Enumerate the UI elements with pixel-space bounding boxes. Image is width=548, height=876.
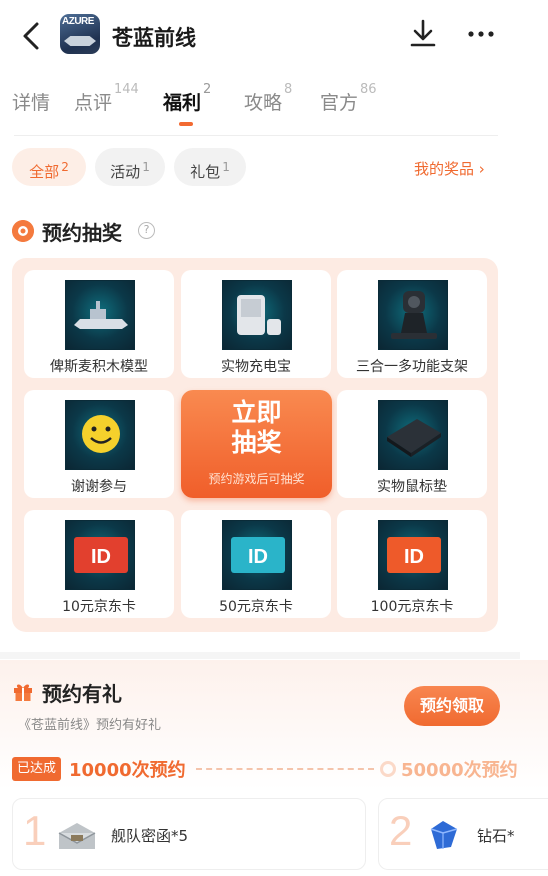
prize-mouse-pad: 实物鼠标垫 — [337, 390, 487, 498]
chevron-right-icon: › — [478, 160, 485, 178]
prize-label: 实物鼠标垫 — [377, 479, 447, 495]
svg-text:ID: ID — [91, 546, 111, 568]
prize-power-bank: 实物充电宝 — [181, 270, 331, 378]
filter-label: 活动 — [110, 163, 141, 181]
prize-jd-card-50: ID 50元京东卡 — [181, 510, 331, 618]
tab-count: 144 — [114, 82, 139, 97]
tab-label: 福利 — [163, 92, 202, 114]
reward-label: 舰队密函*5 — [111, 827, 189, 845]
download-icon[interactable] — [408, 18, 438, 52]
milestone-10000: 10000次预约 — [69, 760, 186, 781]
tab-bar: 详情 点评144 福利2 攻略8 官方86 — [0, 78, 548, 134]
ship-graphic — [64, 36, 96, 46]
tab-count: 86 — [360, 82, 377, 97]
my-prizes-label: 我的奖品 — [414, 160, 475, 178]
prize-label: 谢谢参与 — [71, 479, 127, 495]
reward-card: 2 钻石* — [378, 798, 548, 870]
svg-text:ID: ID — [248, 546, 268, 568]
back-arrow-icon[interactable] — [18, 20, 46, 52]
tab-label: 官方 — [320, 92, 359, 114]
prize-label: 10元京东卡 — [62, 599, 136, 615]
draw-line2: 抽奖 — [231, 428, 282, 457]
active-tab-indicator — [179, 122, 193, 126]
tab-official[interactable]: 官方86 — [320, 82, 377, 115]
svg-text:ID: ID — [404, 546, 424, 568]
jd-card-image: ID — [222, 520, 292, 590]
power-bank-image — [222, 280, 292, 350]
mouse-pad-image — [378, 400, 448, 470]
prize-bismarck-model: 俾斯麦积木模型 — [24, 270, 174, 378]
filter-label: 全部 — [29, 163, 60, 181]
reward-index: 2 — [389, 807, 413, 854]
ship-model-image — [65, 280, 135, 350]
tab-details[interactable]: 详情 — [12, 88, 50, 115]
filter-label: 礼包 — [190, 163, 221, 181]
lottery-icon — [12, 220, 34, 242]
milestone-50000: 50000次预约 — [401, 760, 518, 781]
jd-card-image: ID — [65, 520, 135, 590]
reward-card: 1 舰队密函*5 — [12, 798, 366, 870]
smiley-image — [65, 400, 135, 470]
help-icon[interactable]: ? — [138, 222, 155, 239]
prize-thanks: 谢谢参与 — [24, 390, 174, 498]
tab-label: 详情 — [12, 92, 51, 114]
my-prizes-link[interactable]: 我的奖品 › — [414, 158, 485, 179]
filter-activity[interactable]: 活动 1 — [95, 148, 165, 186]
stand-image — [378, 280, 448, 350]
tab-count: 2 — [203, 82, 212, 97]
section-divider — [0, 652, 520, 659]
filter-bar: 全部 2 活动 1 礼包 1 我的奖品 › — [0, 146, 548, 190]
draw-button-hint: 预约游戏后可抽奖 — [208, 472, 305, 486]
draw-now-button[interactable]: 立即 抽奖 预约游戏后可抽奖 — [181, 390, 332, 498]
gift-icon — [14, 684, 32, 701]
tab-reviews[interactable]: 点评144 — [74, 82, 139, 115]
prize-label: 三合一多功能支架 — [356, 359, 468, 375]
tab-count: 8 — [284, 82, 293, 97]
filter-count: 1 — [222, 160, 230, 174]
filter-count: 1 — [142, 160, 150, 174]
prize-label: 100元京东卡 — [370, 599, 454, 615]
header: AZURE 苍蓝前线 — [0, 0, 548, 72]
filter-gift-pack[interactable]: 礼包 1 — [174, 148, 246, 186]
reward-index: 1 — [23, 807, 47, 854]
prize-jd-card-100: ID 100元京东卡 — [337, 510, 487, 618]
game-icon: AZURE — [60, 14, 100, 54]
envelope-icon — [58, 823, 96, 849]
reward-label: 钻石* — [477, 827, 515, 845]
more-icon[interactable] — [466, 24, 496, 44]
tab-guides[interactable]: 攻略8 — [244, 82, 292, 115]
prize-3in1-stand: 三合一多功能支架 — [337, 270, 487, 378]
prize-jd-card-10: ID 10元京东卡 — [24, 510, 174, 618]
tab-label: 攻略 — [244, 92, 283, 114]
filter-all[interactable]: 全部 2 — [12, 148, 86, 186]
tab-welfare[interactable]: 福利2 — [163, 82, 211, 115]
reserve-title: 预约有礼 — [42, 682, 122, 706]
reached-badge: 已达成 — [12, 757, 62, 781]
tab-divider — [14, 135, 498, 136]
prize-label: 俾斯麦积木模型 — [50, 359, 148, 375]
page-title: 苍蓝前线 — [112, 26, 196, 50]
jd-card-image: ID — [378, 520, 448, 590]
tab-label: 点评 — [74, 92, 113, 114]
app-screen: AZURE 苍蓝前线 详情 点评144 福利2 攻略8 官方86 全部 2 活动 1… — [0, 0, 548, 876]
reserve-claim-button[interactable]: 预约领取 — [404, 686, 500, 726]
game-icon-logo: AZURE — [62, 16, 94, 27]
draw-button-label: 立即 抽奖 — [181, 398, 332, 458]
filter-count: 2 — [61, 160, 69, 174]
progress-dashed-line — [196, 768, 374, 770]
lottery-title: 预约抽奖 — [42, 221, 122, 245]
prize-label: 50元京东卡 — [219, 599, 293, 615]
milestone-dot — [380, 761, 396, 777]
reserve-subtitle: 《苍蓝前线》预约有好礼 — [18, 718, 162, 733]
draw-line1: 立即 — [231, 398, 282, 427]
diamond-icon — [430, 821, 458, 849]
prize-label: 实物充电宝 — [221, 359, 291, 375]
